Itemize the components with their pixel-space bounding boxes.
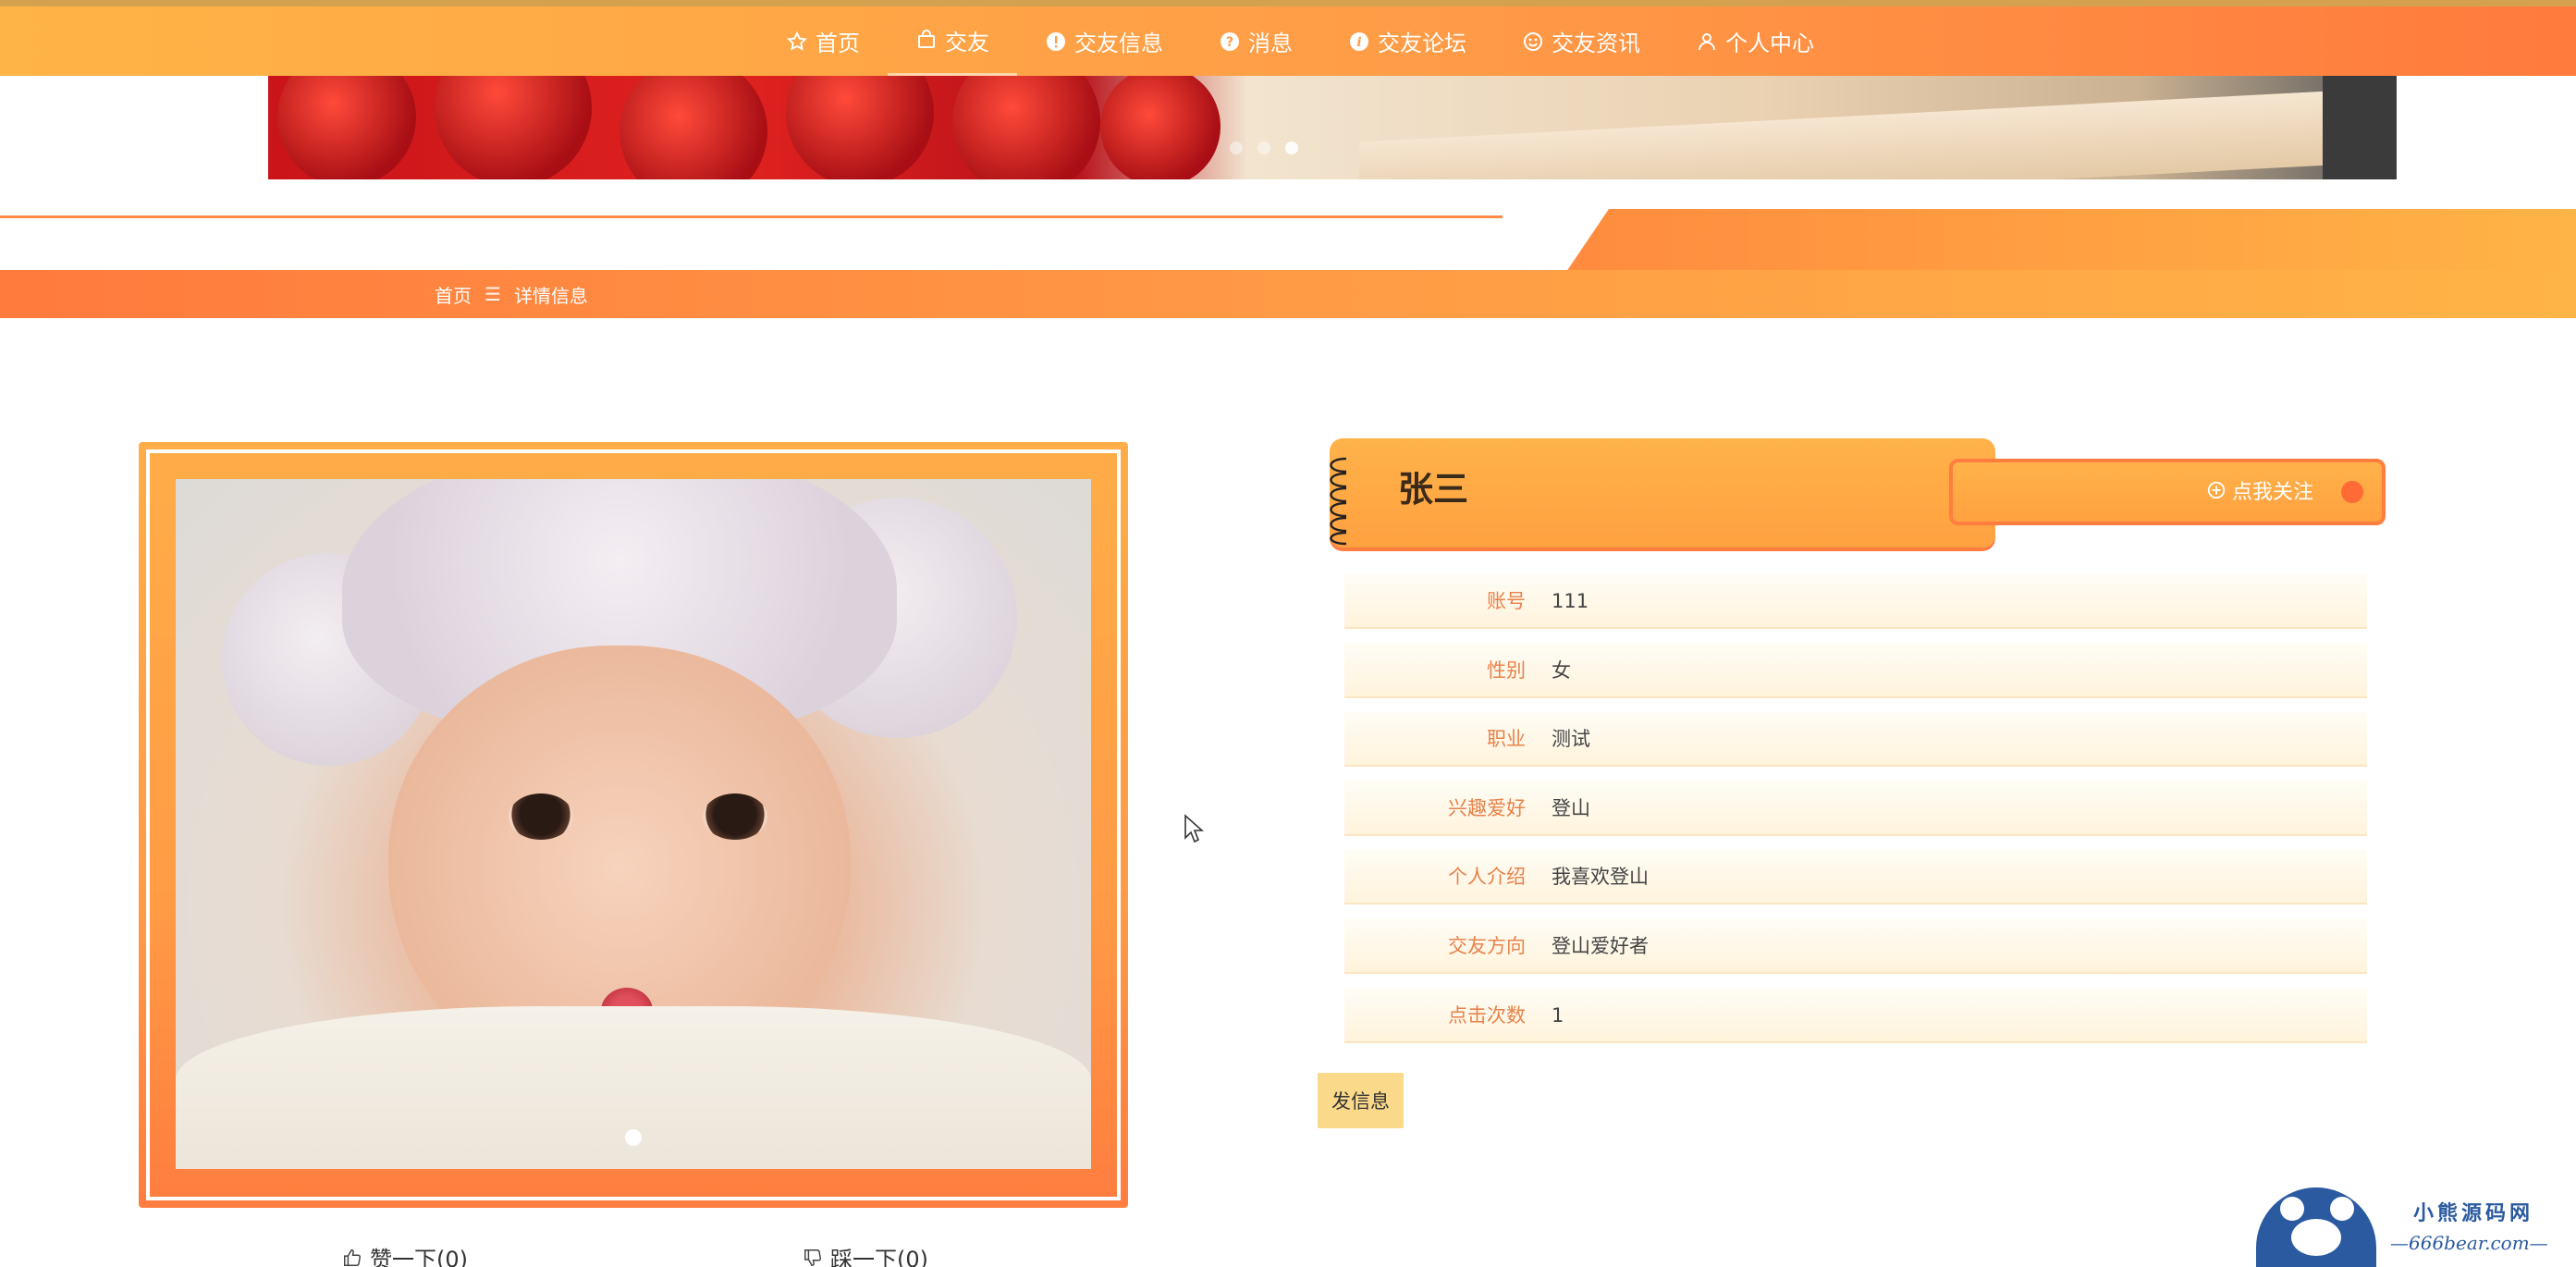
photo-shape	[509, 793, 573, 840]
nav-item-label: 交友	[945, 29, 989, 55]
svg-text:i: i	[1356, 35, 1361, 50]
rose-shape	[786, 76, 934, 179]
info-label: 性别	[1487, 658, 1526, 682]
breadcrumb: 首页 ☰ 详情信息	[435, 270, 588, 318]
info-value: 我喜欢登山	[1552, 866, 1649, 889]
info-row-intro: 个人介绍 我喜欢登山	[1344, 849, 2367, 905]
nav-list: 首页 交友 交友信息 ? 消息 i 交友论坛 交友资讯 个人中心	[758, 6, 1842, 76]
info-row-account: 账号 111	[1344, 573, 2367, 629]
dark-edge-shape	[2323, 76, 2397, 179]
decorative-line	[0, 215, 1503, 218]
info-label: 职业	[1487, 728, 1526, 751]
nav-item-label: 消息	[1248, 31, 1293, 56]
nav-item-dating[interactable]: 交友	[888, 6, 1017, 76]
smile-icon	[1524, 31, 1542, 51]
logo-shape	[2291, 1219, 2341, 1256]
photo-shape	[703, 793, 767, 840]
user-icon	[1699, 32, 1715, 50]
nav-item-label: 交友信息	[1074, 31, 1163, 56]
send-message-button[interactable]: 发信息	[1318, 1073, 1404, 1128]
banner-dot[interactable]	[1230, 141, 1243, 154]
thumbs-down-icon	[804, 1249, 821, 1266]
star-icon	[787, 31, 807, 51]
top-stripe	[0, 0, 2576, 6]
bag-icon	[918, 30, 935, 48]
watermark-logo: 小熊源码网 —666bear.com—	[2256, 1187, 2561, 1267]
nav-item-dating-info[interactable]: 交友信息	[1017, 6, 1191, 76]
like-label: 赞一下(0)	[370, 1247, 468, 1267]
info-label: 个人介绍	[1448, 866, 1526, 889]
rose-shape	[435, 76, 592, 179]
rose-shape	[1100, 76, 1221, 179]
photo-carousel-dot[interactable]	[625, 1129, 642, 1146]
info-value: 111	[1552, 590, 1589, 612]
follow-bar	[1949, 459, 2386, 525]
breadcrumb-current: 详情信息	[513, 284, 588, 307]
mouse-cursor-icon	[1184, 814, 1204, 843]
banner-dot-active[interactable]	[1285, 141, 1298, 154]
nav-item-forum[interactable]: i 交友论坛	[1320, 6, 1494, 76]
photo-frame	[139, 442, 1128, 1208]
info-value: 1	[1552, 1003, 1564, 1027]
info-row-occupation: 职业 测试	[1344, 711, 2367, 768]
dislike-label: 踩一下(0)	[830, 1247, 928, 1267]
thumbs-up-icon	[344, 1249, 361, 1266]
nav-item-home[interactable]: 首页	[758, 6, 888, 76]
breadcrumb-separator-icon: ☰	[485, 283, 501, 305]
nav-item-label: 交友资讯	[1552, 31, 1640, 56]
info-label: 点击次数	[1448, 1003, 1526, 1027]
banner-carousel[interactable]	[268, 76, 2397, 179]
info-value: 女	[1552, 658, 1571, 682]
profile-name: 张三	[1398, 469, 1469, 510]
follow-dot-icon	[2341, 481, 2363, 503]
nav-item-label: 交友论坛	[1378, 31, 1466, 56]
info-row-preference: 交友方向 登山爱好者	[1344, 917, 2367, 974]
watermark-url: —666bear.com—	[2390, 1232, 2548, 1254]
info-label: 交友方向	[1448, 934, 1526, 957]
rose-shape	[952, 76, 1100, 179]
banner-dot[interactable]	[1257, 141, 1270, 154]
nav-item-news[interactable]: 交友资讯	[1494, 6, 1668, 76]
info-row-gender: 性别 女	[1344, 642, 2367, 698]
rose-shape	[277, 76, 416, 179]
nav-item-profile[interactable]: 个人中心	[1668, 6, 1842, 76]
info-italic-icon: i	[1350, 31, 1368, 51]
logo-shape	[2280, 1197, 2304, 1221]
logo-shape	[2330, 1197, 2354, 1221]
profile-info-table: 账号 111 性别 女 职业 测试 兴趣爱好 登山 个人介绍 我喜欢登山 交友方…	[1344, 573, 2367, 1056]
top-nav: 首页 交友 交友信息 ? 消息 i 交友论坛 交友资讯 个人中心	[0, 0, 2576, 76]
bear-logo-icon	[2256, 1187, 2376, 1267]
svg-text:?: ?	[1226, 35, 1233, 50]
info-icon	[1047, 31, 1065, 51]
info-value: 测试	[1552, 728, 1590, 751]
dislike-button[interactable]: 踩一下(0)	[803, 1241, 928, 1267]
info-value: 登山	[1552, 796, 1590, 819]
info-row-clicks: 点击次数 1	[1344, 987, 2367, 1043]
banner-dots	[1230, 141, 1298, 154]
plus-circle-icon	[2207, 481, 2226, 499]
follow-button[interactable]: 点我关注	[2206, 475, 2313, 505]
info-row-hobby: 兴趣爱好 登山	[1344, 780, 2367, 836]
follow-label: 点我关注	[2232, 481, 2314, 504]
info-label: 账号	[1487, 590, 1526, 612]
nav-item-label: 个人中心	[1725, 31, 1814, 56]
info-label: 兴趣爱好	[1448, 796, 1526, 819]
watermark-title: 小熊源码网	[2413, 1201, 2534, 1225]
breadcrumb-band	[0, 270, 2576, 318]
profile-photo	[176, 479, 1091, 1169]
nav-item-messages[interactable]: ? 消息	[1191, 6, 1320, 76]
breadcrumb-home[interactable]: 首页	[435, 281, 472, 308]
rose-shape	[619, 76, 767, 179]
nav-item-label: 首页	[816, 31, 860, 56]
like-button[interactable]: 赞一下(0)	[342, 1241, 468, 1267]
info-value: 登山爱好者	[1552, 934, 1649, 957]
question-icon: ?	[1221, 31, 1239, 51]
gift-box-shape	[1359, 83, 2397, 179]
spiral-binding-icon	[1330, 457, 1347, 546]
